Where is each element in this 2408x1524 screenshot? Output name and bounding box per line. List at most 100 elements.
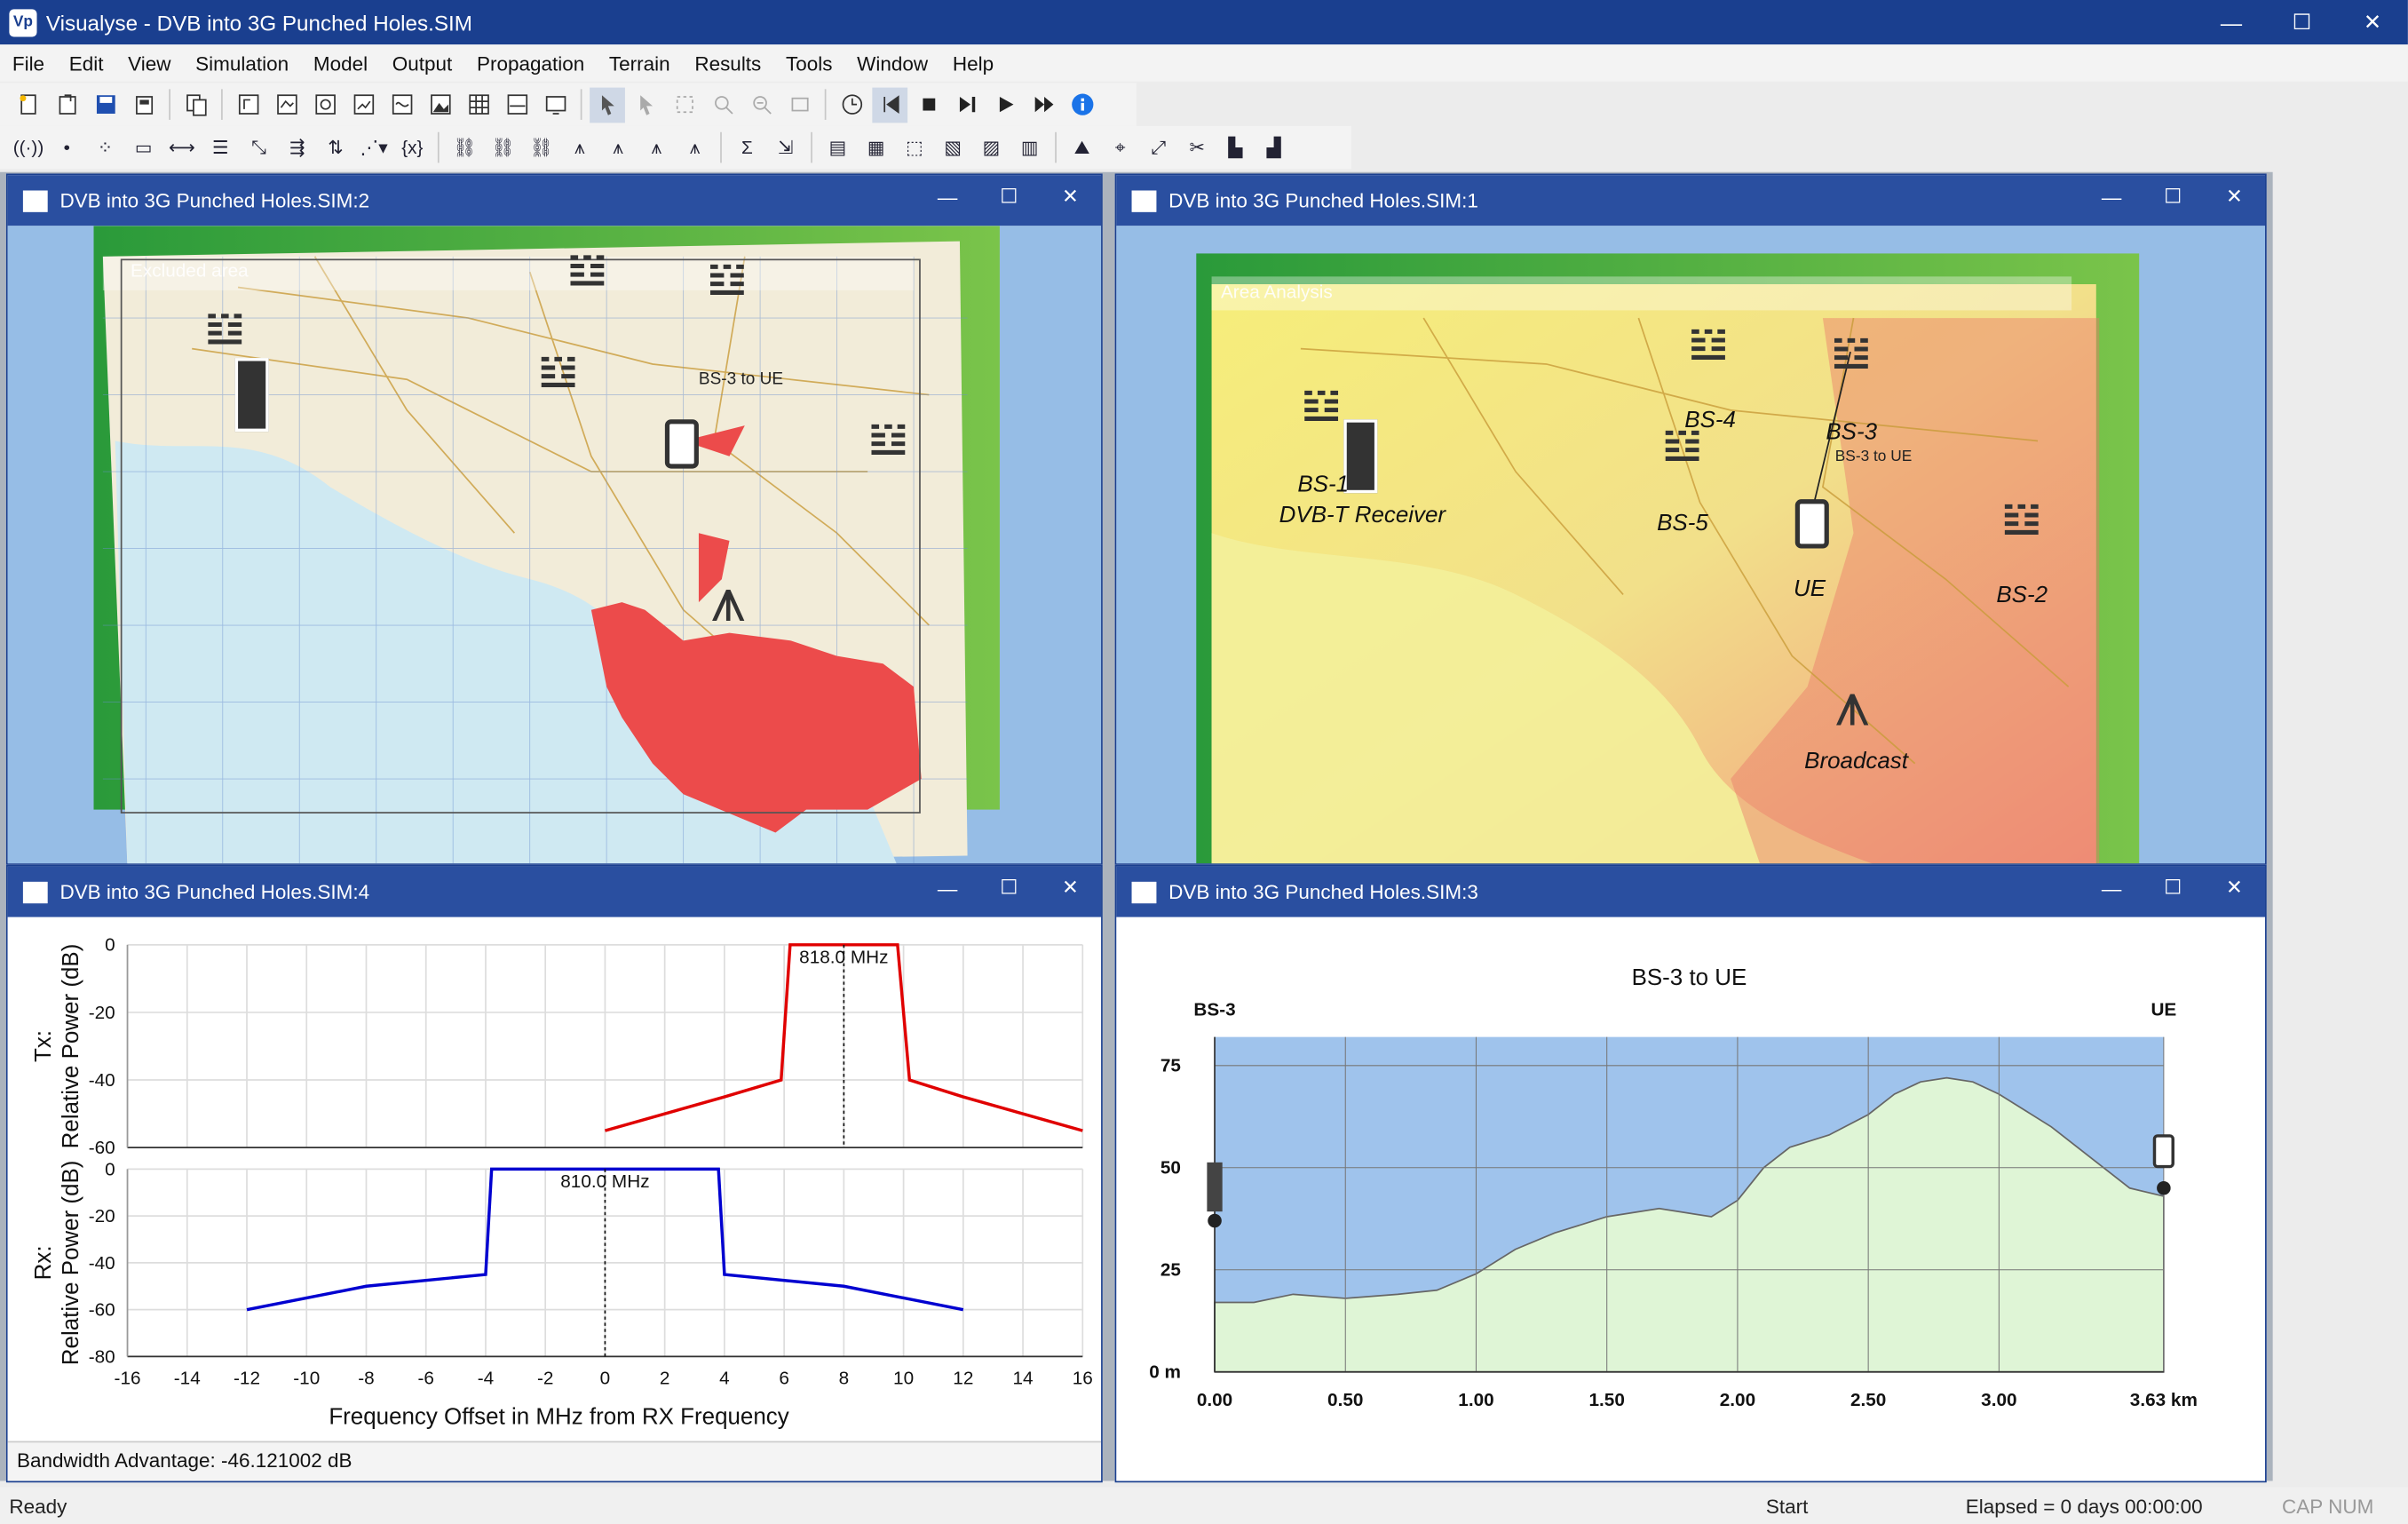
terrain-point-icon[interactable]: ⌖ — [1103, 130, 1138, 165]
menu-model[interactable]: Model — [301, 52, 380, 75]
rewind-icon[interactable] — [872, 86, 908, 123]
child-maximize-button[interactable]: ☐ — [978, 867, 1040, 909]
bs-4-tower-icon[interactable]: 𝍈 — [1688, 318, 1730, 372]
menu-results[interactable]: Results — [682, 52, 773, 75]
child-close-button[interactable]: ✕ — [1040, 867, 1101, 909]
menu-window[interactable]: Window — [844, 52, 940, 75]
map-1-canvas[interactable]: Area Analysis 𝍈 𝍈 𝍈 𝍈 𝍈 ⩚ BS-1 DVB-T Rec… — [1116, 226, 2266, 864]
bs-3-tower-icon[interactable]: 𝍈 — [707, 253, 749, 307]
view-monitor-icon[interactable] — [537, 87, 573, 123]
station-icon[interactable]: ⛓ — [447, 130, 482, 165]
antenna-icon[interactable]: ((·)) — [11, 130, 46, 165]
interference-path-icon[interactable]: ⤡ — [242, 130, 277, 165]
bar-window-icon[interactable]: ▥ — [1012, 130, 1048, 165]
map-window-1[interactable]: DVB into 3G Punched Holes.SIM:1 — ☐ ✕ Area… — [1114, 173, 2267, 865]
map-window-2[interactable]: DVB into 3G Punched Holes.SIM:2 — ☐ ✕ Ex… — [5, 173, 1103, 865]
info-icon[interactable] — [1065, 87, 1100, 123]
plot-window-icon[interactable]: ▧ — [935, 130, 970, 165]
bs-2-tower-icon[interactable]: 𝍈 — [867, 413, 909, 467]
broadcast-tower-icon[interactable]: ⩚ — [1835, 671, 1870, 741]
bs-3-tower-icon[interactable]: 𝍈 — [1831, 327, 1873, 381]
menu-propagation[interactable]: Propagation — [464, 52, 597, 75]
minimize-button[interactable]: — — [2196, 0, 2267, 44]
zoom-out-icon[interactable] — [743, 87, 779, 123]
child-minimize-button[interactable]: — — [2080, 175, 2142, 218]
menu-terrain[interactable]: Terrain — [597, 52, 682, 75]
sum-icon[interactable]: Σ — [730, 130, 765, 165]
close-button[interactable]: ✕ — [2337, 0, 2408, 44]
child-minimize-button[interactable]: — — [917, 175, 978, 218]
dvbt-receiver-icon[interactable] — [234, 358, 269, 433]
menu-edit[interactable]: Edit — [57, 52, 115, 75]
child-minimize-button[interactable]: — — [917, 867, 978, 909]
child-close-button[interactable]: ✕ — [1040, 175, 1101, 218]
report-icon[interactable]: ▤ — [820, 130, 856, 165]
ue-phone-icon[interactable] — [1794, 499, 1829, 549]
link-line-icon[interactable]: ⟷ — [164, 130, 200, 165]
select-icon[interactable] — [628, 87, 663, 123]
view-graph-icon[interactable] — [499, 87, 535, 123]
tower-area-icon[interactable]: ⩚ — [677, 130, 713, 165]
swap-icon[interactable]: ⇅ — [318, 130, 353, 165]
broadcast-tower-icon[interactable]: ⩚ — [711, 567, 746, 636]
station-multi-icon[interactable]: ⛓ — [524, 130, 559, 165]
view-chart-icon[interactable] — [384, 87, 419, 123]
view-globe-icon[interactable] — [307, 87, 343, 123]
profile-window-3[interactable]: DVB into 3G Punched Holes.SIM:3 — ☐ ✕ 0.00… — [1114, 864, 2267, 1483]
grid-points-icon[interactable]: ⁘ — [88, 130, 123, 165]
tower-icon[interactable]: ⩚ — [562, 130, 598, 165]
fast-forward-icon[interactable] — [1026, 87, 1061, 123]
buildings-icon[interactable]: ▙ — [1217, 130, 1253, 165]
play-icon[interactable] — [987, 87, 1023, 123]
terrain-cut-icon[interactable]: ✂ — [1179, 130, 1215, 165]
area-report-icon[interactable]: ▦ — [859, 130, 894, 165]
map-2-canvas[interactable]: Excluded area BS-3 to UE 𝍈 𝍈 𝍈 𝍈 𝍈 ⩚ — [7, 226, 1102, 864]
menu-output[interactable]: Output — [380, 52, 464, 75]
new-file-icon[interactable] — [11, 87, 46, 123]
maximize-button[interactable]: ☐ — [2267, 0, 2338, 44]
child-close-button[interactable]: ✕ — [2204, 175, 2265, 218]
ue-phone-icon[interactable] — [664, 419, 699, 469]
pointer-icon[interactable] — [590, 86, 625, 123]
open-file-icon[interactable] — [49, 87, 84, 123]
bs-5-tower-icon[interactable]: 𝍈 — [537, 345, 579, 400]
copy-icon[interactable] — [178, 87, 214, 123]
menu-tools[interactable]: Tools — [773, 52, 844, 75]
save-icon[interactable] — [88, 87, 123, 123]
bs-1-tower-icon[interactable]: 𝍈 — [204, 303, 246, 357]
menu-help[interactable]: Help — [940, 52, 1006, 75]
child-maximize-button[interactable]: ☐ — [2143, 867, 2204, 909]
child-maximize-button[interactable]: ☐ — [2143, 175, 2204, 218]
buildings-chart-icon[interactable]: ▟ — [1256, 130, 1292, 165]
child-maximize-button[interactable]: ☐ — [978, 175, 1040, 218]
variables-icon[interactable]: {x} — [394, 130, 430, 165]
menu-file[interactable]: File — [0, 52, 57, 75]
view-terrain-icon[interactable] — [423, 87, 458, 123]
view-map-icon[interactable] — [269, 87, 305, 123]
clock-icon[interactable] — [834, 87, 869, 123]
child-minimize-button[interactable]: — — [2080, 867, 2142, 909]
stop-icon[interactable] — [911, 87, 947, 123]
bs-1-tower-icon[interactable]: 𝍈 — [1301, 379, 1343, 433]
select-area-icon[interactable] — [667, 87, 702, 123]
view-table-icon[interactable] — [461, 87, 496, 123]
terrain-line-icon[interactable]: ⤢ — [1141, 130, 1176, 165]
export-icon[interactable]: ⇲ — [768, 130, 804, 165]
zoom-in-icon[interactable] — [705, 87, 741, 123]
bs-2-tower-icon[interactable]: 𝍈 — [2001, 493, 2043, 547]
trend-window-icon[interactable]: ▨ — [974, 130, 1010, 165]
menu-simulation[interactable]: Simulation — [183, 52, 301, 75]
bs-4-tower-icon[interactable]: 𝍈 — [566, 244, 608, 298]
area-select-icon[interactable]: ⬚ — [897, 130, 932, 165]
menu-view[interactable]: View — [115, 52, 183, 75]
links-dropdown-icon[interactable]: ⋰▾ — [356, 130, 392, 165]
rectangle-icon[interactable]: ▭ — [126, 130, 162, 165]
station-group-icon[interactable]: ⛓ — [486, 130, 521, 165]
zoom-fit-icon[interactable] — [781, 87, 817, 123]
save-as-icon[interactable] — [126, 87, 162, 123]
step-icon[interactable] — [949, 87, 985, 123]
terrain-icon[interactable]: ⛰ — [1065, 130, 1100, 165]
station-list-icon[interactable]: ☰ — [202, 130, 238, 165]
tower-multi-icon[interactable]: ⩚ — [638, 130, 674, 165]
point-icon[interactable]: • — [49, 130, 84, 165]
